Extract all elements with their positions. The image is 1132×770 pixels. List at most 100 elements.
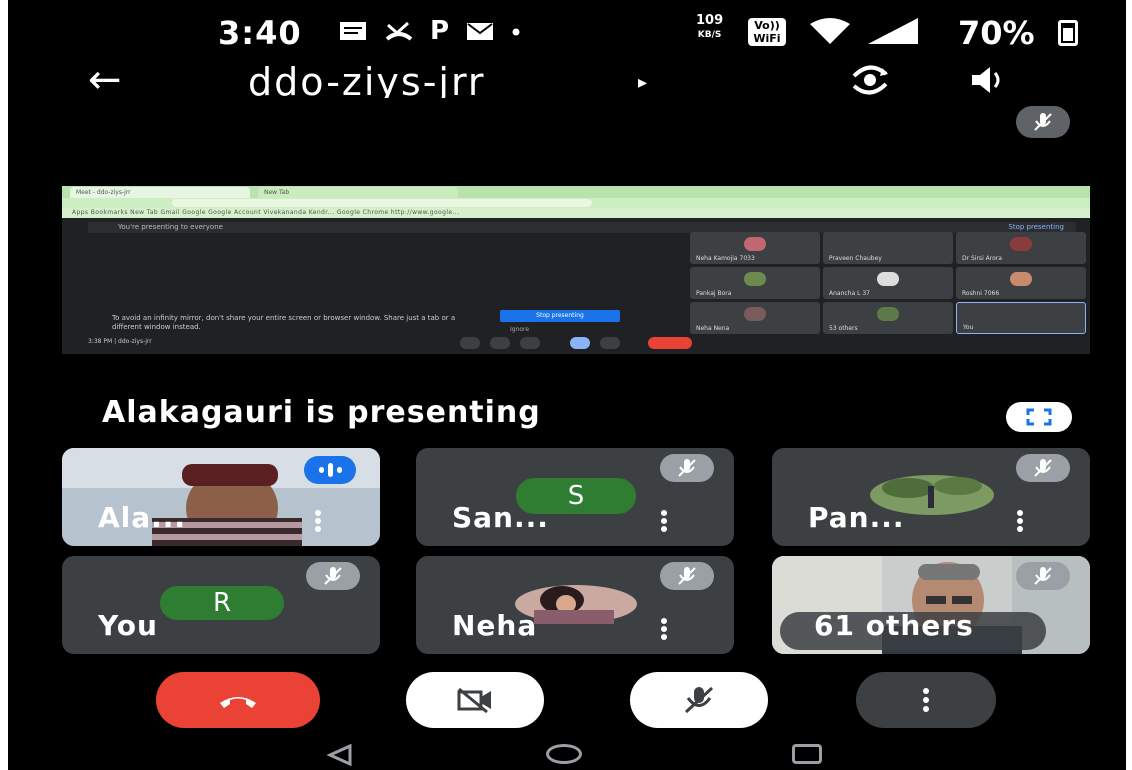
end-call-button[interactable] xyxy=(156,672,320,728)
browser-address-bar xyxy=(62,198,1090,208)
signal-icon xyxy=(810,18,918,44)
participant-name: Neha xyxy=(452,609,538,642)
shared-tile: Neha Kamojia 7033 xyxy=(690,232,820,264)
volte-label: Vo)) xyxy=(754,19,780,32)
mic-off-icon xyxy=(684,686,714,714)
shared-tile: Pankaj Bora xyxy=(690,267,820,299)
battery-icon xyxy=(1058,20,1078,46)
mic-off-icon xyxy=(678,459,696,477)
browser-tab: New Tab xyxy=(258,187,458,198)
participant-name: You xyxy=(98,609,158,642)
shared-tile-name: Neha Kamojia 7033 xyxy=(696,255,755,262)
switch-camera-icon[interactable] xyxy=(848,62,892,98)
volte-wifi-icon: Vo)) WiFi xyxy=(748,18,786,46)
mic-off-badge xyxy=(660,454,714,482)
presenting-label: Alakagauri is presenting xyxy=(102,395,541,430)
nav-home-icon[interactable] xyxy=(546,744,582,764)
meeting-details-caret-icon[interactable]: ▸ xyxy=(638,72,647,93)
shared-tile-name: 53 others xyxy=(829,325,858,332)
mic-off-icon xyxy=(678,567,696,585)
mic-off-badge xyxy=(1016,454,1070,482)
fullscreen-icon xyxy=(1026,408,1052,426)
shared-tile: 53 others xyxy=(823,302,953,334)
mail-icon xyxy=(467,23,494,40)
banner-text: You're presenting to everyone xyxy=(118,223,223,231)
shared-tile: Praveen Chaubey xyxy=(823,232,953,264)
notification-icons: P xyxy=(338,16,521,46)
shared-tile-name: Praveen Chaubey xyxy=(829,255,882,262)
participant-name: 61 others xyxy=(814,609,974,642)
participant-tile[interactable]: R You xyxy=(62,556,380,654)
mic-off-badge xyxy=(306,562,360,590)
shared-screen: Meet - ddo-ziys-jrr New Tab Apps Bookmar… xyxy=(62,186,1090,354)
more-options-icon[interactable] xyxy=(1016,510,1024,532)
camera-toggle-button[interactable] xyxy=(406,672,544,728)
meeting-top-bar: ← ddo-ziys-jrr ▸ xyxy=(8,60,1126,104)
avatar: R xyxy=(160,586,284,620)
network-speed-value: 109 xyxy=(696,13,724,28)
more-options-button[interactable] xyxy=(856,672,996,728)
message-icon xyxy=(340,22,366,40)
speaker-icon[interactable] xyxy=(968,64,1008,96)
participant-name: Ala... xyxy=(98,501,187,534)
mic-off-icon xyxy=(1034,459,1052,477)
more-vert-icon xyxy=(922,688,930,712)
browser-tab: Meet - ddo-ziys-jrr xyxy=(70,187,250,198)
mic-off-badge xyxy=(660,562,714,590)
shared-tile: Anancha L 37 xyxy=(823,267,953,299)
infinity-mirror-notice: To avoid an infinity mirror, don't share… xyxy=(112,314,456,331)
more-options-icon[interactable] xyxy=(660,618,668,640)
speaking-indicator xyxy=(304,456,356,484)
participant-tile[interactable]: S San... xyxy=(416,448,734,546)
presentation-area[interactable]: Meet - ddo-ziys-jrr New Tab Apps Bookmar… xyxy=(62,98,1090,440)
shared-tile: Roshni 7066 xyxy=(956,267,1086,299)
mic-toggle-button[interactable] xyxy=(630,672,768,728)
stop-presenting-button-shared: Stop presenting xyxy=(500,310,620,322)
participant-name: Pan... xyxy=(808,501,905,534)
shared-tile-name: Neha Nena xyxy=(696,325,730,332)
bookmarks-bar: Apps Bookmarks New Tab Gmail Google Goog… xyxy=(62,208,1090,218)
nav-back-icon[interactable] xyxy=(326,744,354,766)
dot-icon xyxy=(512,28,520,36)
shared-tile-name: Roshni 7066 xyxy=(962,290,1000,297)
mic-off-icon xyxy=(1034,113,1052,131)
shared-tile: Dr Sirsi Arora xyxy=(956,232,1086,264)
wifi-label: WiFi xyxy=(753,32,781,45)
battery-percent: 70% xyxy=(958,14,1035,52)
fullscreen-button[interactable] xyxy=(1006,402,1072,432)
end-call-icon xyxy=(220,697,256,708)
status-time: 3:40 xyxy=(218,14,302,52)
participant-name: San... xyxy=(452,501,549,534)
shared-tile: Neha Nena xyxy=(690,302,820,334)
p-icon: P xyxy=(430,16,450,46)
phone-screen: 3:40 P 109 KB/S Vo)) WiFi 70% ← ddo-ziys… xyxy=(8,0,1126,770)
shared-tile-name: Anancha L 37 xyxy=(829,290,870,297)
participant-tile[interactable]: Ala... xyxy=(62,448,380,546)
status-bar: 3:40 P 109 KB/S Vo)) WiFi 70% xyxy=(8,0,1126,62)
ignore-link-shared: Ignore xyxy=(510,326,530,333)
participant-tile[interactable]: Neha xyxy=(416,556,734,654)
participant-tile[interactable]: 61 others xyxy=(772,556,1090,654)
shared-tile-name: You xyxy=(963,324,974,331)
nav-recents-icon[interactable] xyxy=(792,744,822,764)
browser-tab-bar: Meet - ddo-ziys-jrr New Tab xyxy=(62,186,1090,198)
more-options-icon[interactable] xyxy=(314,510,322,532)
shared-tile: You xyxy=(956,302,1086,334)
back-arrow-icon[interactable]: ← xyxy=(88,60,122,100)
shared-participant-grid: Neha Kamojia 7033 Praveen Chaubey Dr Sir… xyxy=(690,232,1086,334)
call-missed-icon xyxy=(385,21,413,41)
shared-controls-bar: 3:38 PM | ddo-ziys-jrr xyxy=(62,334,1090,354)
shared-tile-name: Pankaj Bora xyxy=(696,290,732,297)
shared-tile-name: Dr Sirsi Arora xyxy=(962,255,1002,262)
mic-off-icon xyxy=(324,567,342,585)
more-options-icon[interactable] xyxy=(660,510,668,532)
network-speed-unit: KB/S xyxy=(697,30,722,40)
network-speed: 109 KB/S xyxy=(696,14,723,42)
presentation-mute-badge xyxy=(1016,106,1070,138)
android-nav-bar xyxy=(8,736,1126,770)
shared-footer-time: 3:38 PM | ddo-ziys-jrr xyxy=(88,338,152,345)
participant-tile[interactable]: Pan... xyxy=(772,448,1090,546)
mic-off-icon xyxy=(1034,567,1052,585)
mic-off-badge xyxy=(1016,562,1070,590)
camera-off-icon xyxy=(457,687,491,714)
